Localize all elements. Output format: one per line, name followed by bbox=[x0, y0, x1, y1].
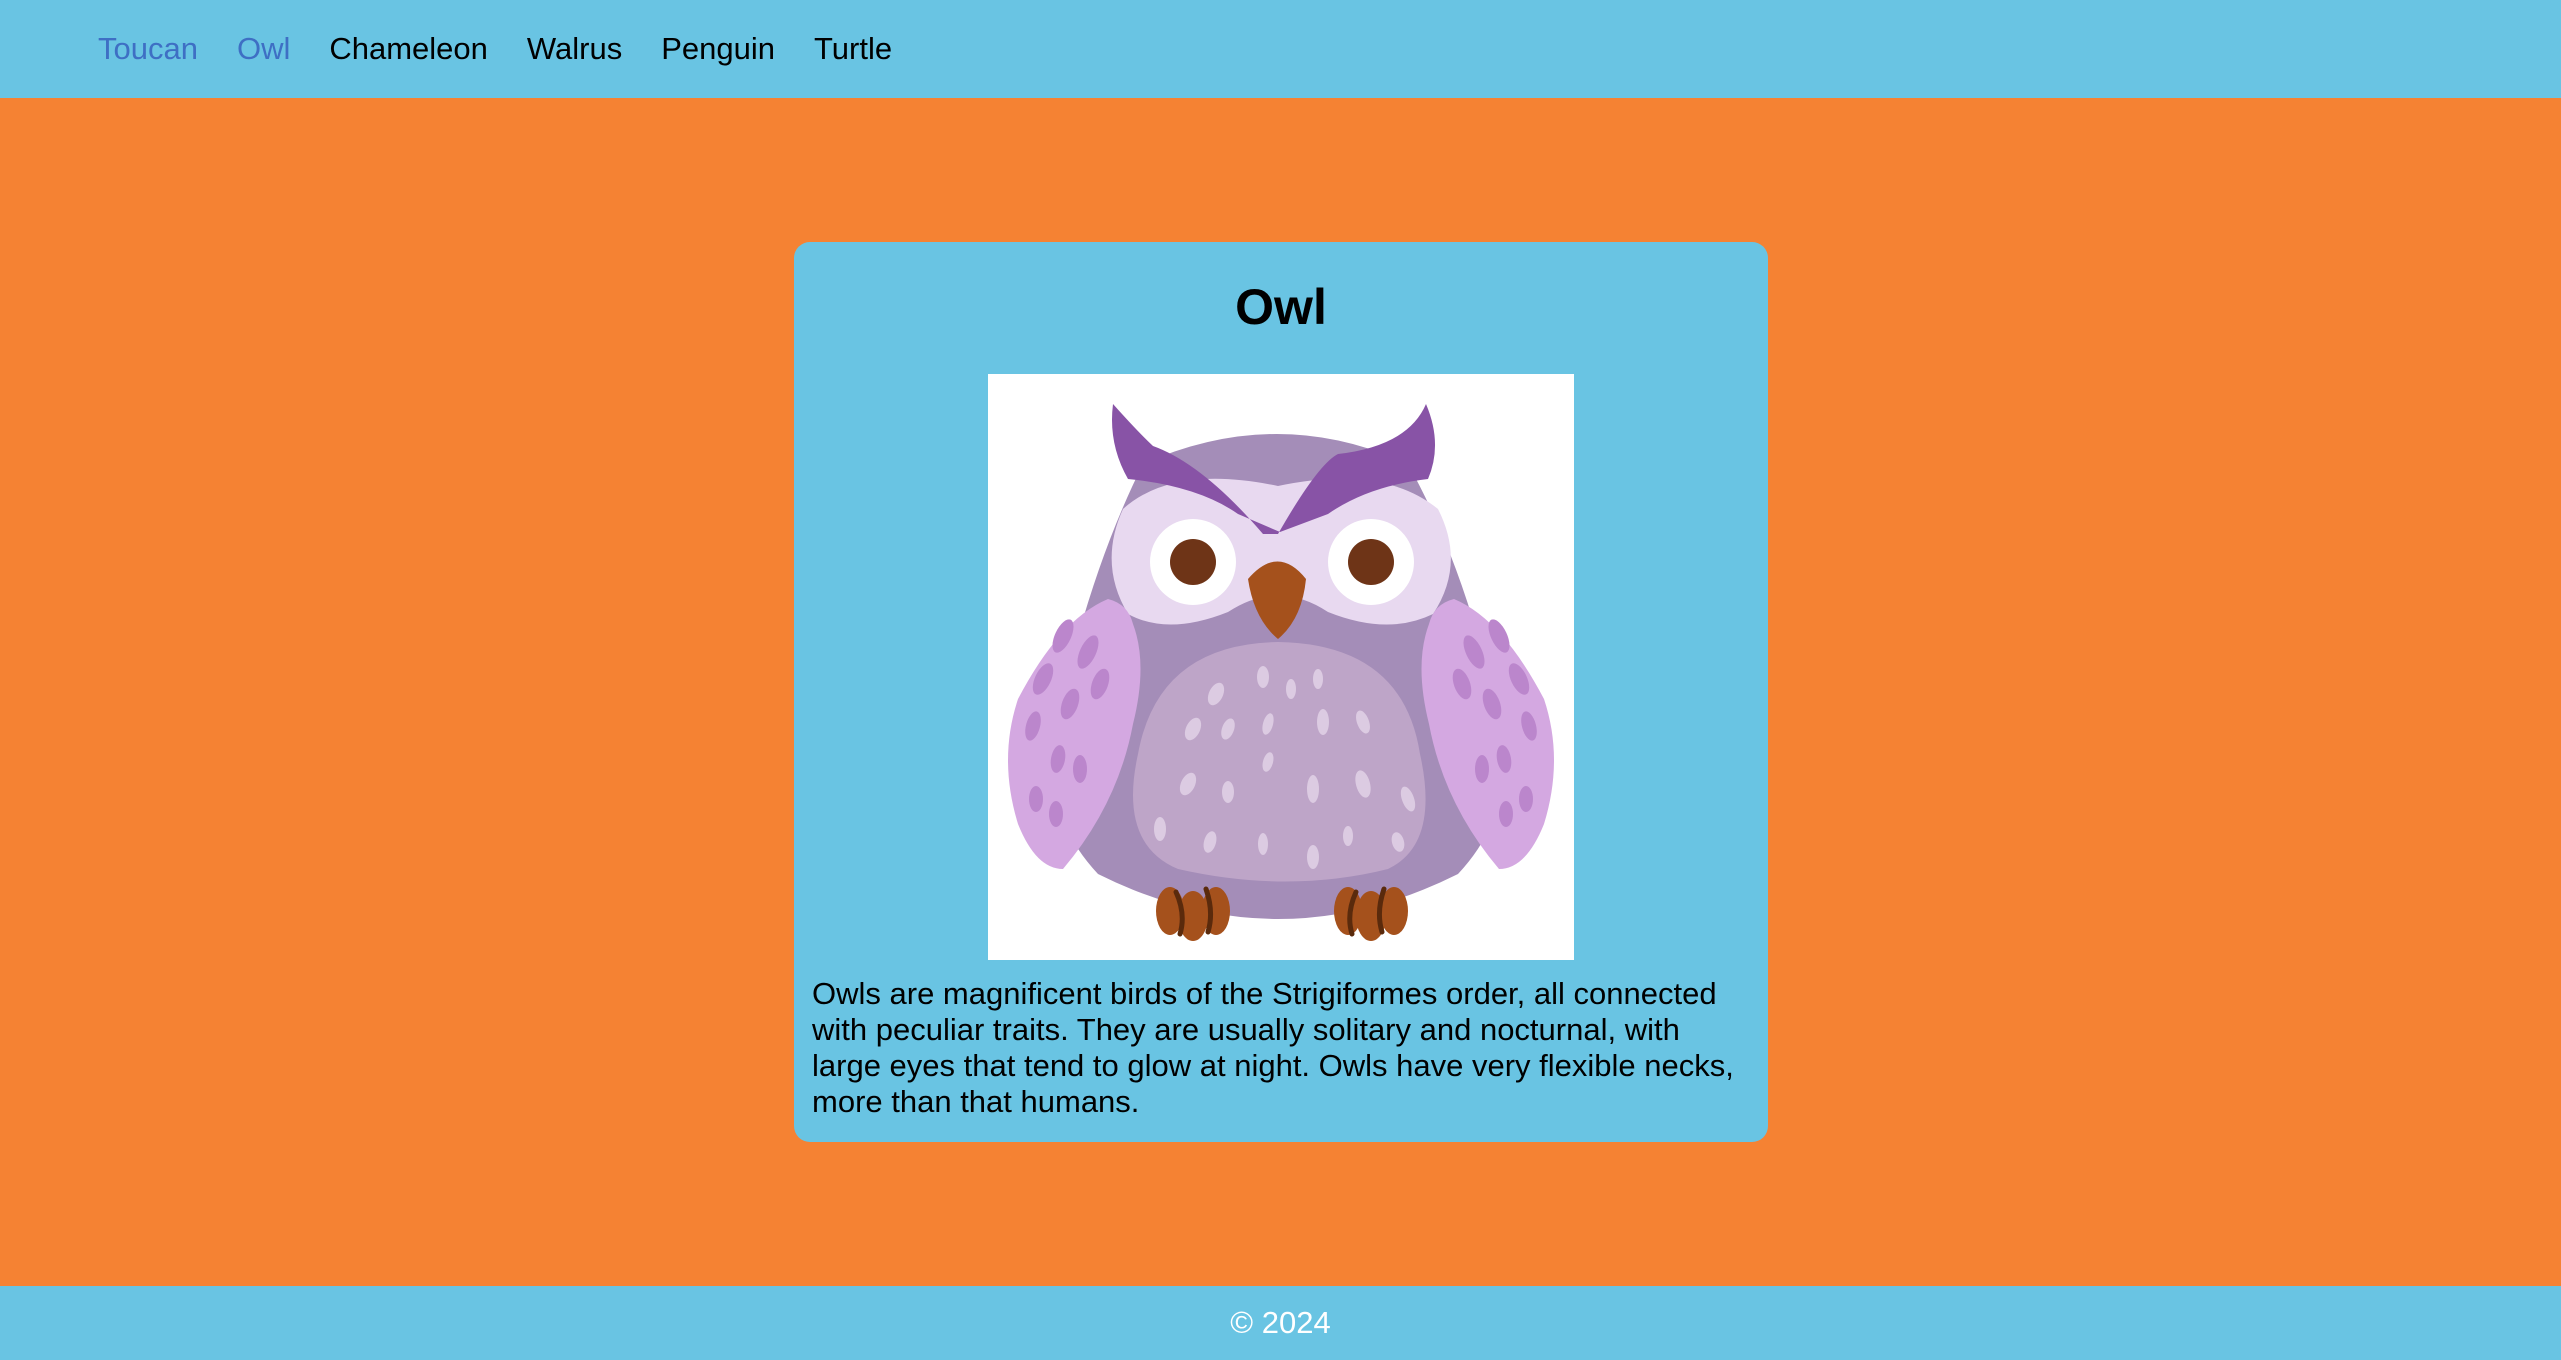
nav-link-turtle[interactable]: Turtle bbox=[814, 31, 892, 67]
nav-link-chameleon[interactable]: Chameleon bbox=[329, 31, 488, 67]
nav-link-walrus[interactable]: Walrus bbox=[527, 31, 622, 67]
animal-card: Owl Owls are magnificent birds of the St… bbox=[794, 242, 1768, 1142]
top-navigation: Toucan Owl Chameleon Walrus Penguin Turt… bbox=[0, 0, 2561, 98]
animal-description: Owls are magnificent birds of the Strigi… bbox=[812, 976, 1734, 1119]
nav-link-toucan[interactable]: Toucan bbox=[98, 31, 198, 67]
nav-link-penguin[interactable]: Penguin bbox=[661, 31, 775, 67]
nav-link-owl[interactable]: Owl bbox=[237, 31, 290, 67]
owl-image bbox=[988, 374, 1574, 960]
copyright-text: © 2024 bbox=[1230, 1305, 1331, 1340]
page-footer: © 2024 bbox=[0, 1286, 2561, 1360]
animal-title: Owl bbox=[1235, 279, 1327, 335]
owl-illustration-icon bbox=[1008, 404, 1554, 941]
